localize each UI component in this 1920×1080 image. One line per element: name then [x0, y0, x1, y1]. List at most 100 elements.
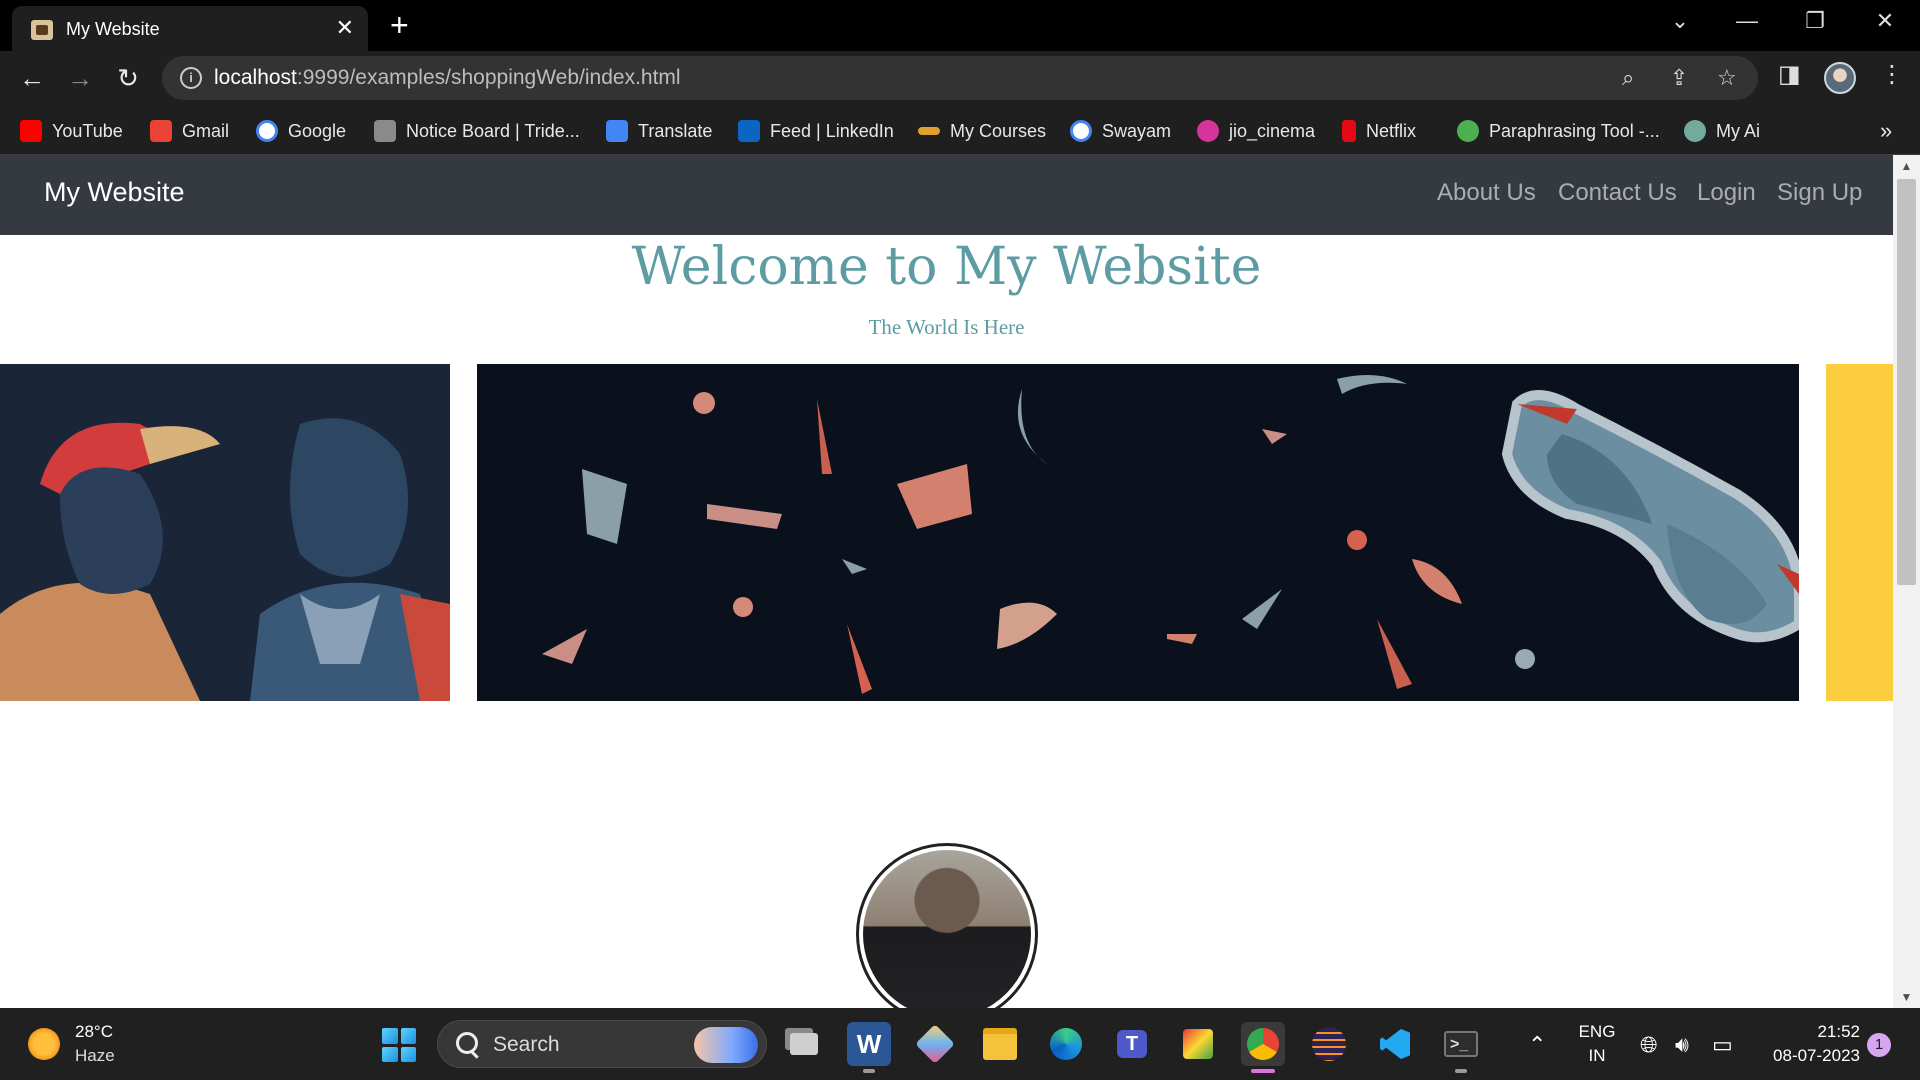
bookmark-paraphrasing-tool[interactable]: Paraphrasing Tool -...	[1457, 116, 1660, 146]
task-view-icon[interactable]	[782, 1022, 826, 1066]
bookmark-label: Paraphrasing Tool -...	[1489, 120, 1660, 141]
hero-subtitle: The World Is Here	[868, 315, 1025, 339]
minimize-button[interactable]: —	[1727, 8, 1767, 34]
nav-link-about-us[interactable]: About Us	[1437, 179, 1536, 207]
eclipse-app-icon[interactable]	[1307, 1022, 1351, 1066]
nav-link-sign-up[interactable]: Sign Up	[1777, 179, 1862, 207]
bookmark-netflix[interactable]: Netflix	[1342, 116, 1416, 146]
bookmark-my-ai[interactable]: My Ai	[1684, 116, 1760, 146]
terminal-app-icon[interactable]: >_	[1439, 1022, 1483, 1073]
clock-date[interactable]: 08-07-2023	[1752, 1046, 1860, 1066]
bookmark-star-icon[interactable]: ☆	[1717, 65, 1737, 91]
share-icon[interactable]: ⇪	[1670, 65, 1688, 91]
courses-icon	[918, 127, 940, 135]
network-globe-icon[interactable]: 🌐︎	[1640, 1032, 1658, 1058]
winzip-app-icon[interactable]	[1176, 1022, 1220, 1066]
weather-haze-icon[interactable]	[28, 1028, 60, 1060]
bookmark-label: My Courses	[950, 120, 1047, 141]
url-host: localhost	[214, 66, 297, 89]
windows-taskbar: 28°C Haze Search W T >_ ⌃ ENG IN 🌐︎ 🔊︎ ▭…	[0, 1008, 1920, 1080]
start-tile	[400, 1028, 416, 1044]
bookmark-jio-cinema[interactable]: jio_cinema	[1197, 116, 1315, 146]
jio-cinema-icon	[1197, 120, 1219, 142]
tab-search-chevron-icon[interactable]: ⌄	[1660, 8, 1700, 34]
taskbar-search-box[interactable]: Search	[437, 1020, 767, 1068]
bookmark-label: jio_cinema	[1229, 120, 1316, 141]
back-arrow-icon[interactable]: ←	[14, 62, 50, 94]
menu-kebab-icon[interactable]: ⋮	[1880, 60, 1904, 89]
browser-tab[interactable]: My Website ✕	[12, 6, 368, 51]
bookmark-google[interactable]: Google	[256, 116, 346, 146]
carousel-slide-illustration[interactable]	[0, 364, 450, 701]
zoom-icon[interactable]: ⌕	[1622, 65, 1634, 91]
bookmark-translate[interactable]: Translate	[606, 116, 712, 146]
3d-viewer-icon[interactable]	[913, 1022, 957, 1066]
site-info-icon[interactable]: i	[180, 67, 202, 89]
weather-description[interactable]: Haze	[75, 1046, 115, 1066]
vscode-app-icon[interactable]	[1373, 1022, 1417, 1066]
notification-badge[interactable]: 1	[1867, 1033, 1891, 1057]
clock-time[interactable]: 21:52	[1760, 1022, 1860, 1042]
url-text[interactable]: localhost:9999/examples/shoppingWeb/inde…	[214, 66, 681, 90]
scrollbar-thumb[interactable]	[1897, 179, 1916, 585]
chrome-app-icon[interactable]	[1241, 1022, 1285, 1073]
nav-link-login[interactable]: Login	[1697, 179, 1756, 207]
battery-icon[interactable]: ▭	[1712, 1032, 1733, 1058]
close-tab-icon[interactable]: ✕	[336, 15, 354, 41]
volume-icon[interactable]: 🔊︎	[1675, 1032, 1689, 1058]
notice-board-icon	[374, 120, 396, 142]
start-tile	[382, 1046, 398, 1062]
search-highlight-icon	[694, 1027, 758, 1063]
bookmark-linkedin[interactable]: Feed | LinkedIn	[738, 116, 894, 146]
bookmark-label: Netflix	[1366, 120, 1417, 141]
translate-icon	[606, 120, 628, 142]
sunglasses-banner-image	[477, 364, 1799, 701]
word-app-icon[interactable]: W	[847, 1022, 891, 1073]
chatgpt-icon	[1684, 120, 1706, 142]
scroll-up-arrow-icon[interactable]: ▲	[1893, 159, 1920, 173]
overflow-chevron-icon: »	[1880, 118, 1893, 143]
site-favicon-icon	[31, 20, 53, 40]
new-tab-button[interactable]: +	[390, 8, 409, 42]
language-indicator-bottom[interactable]: IN	[1574, 1046, 1620, 1066]
nav-link-contact-us[interactable]: Contact Us	[1558, 179, 1677, 207]
bookmark-my-courses[interactable]: My Courses	[918, 116, 1046, 146]
bookmarks-overflow-button[interactable]: »	[1880, 116, 1892, 146]
bookmark-label: Feed | LinkedIn	[770, 120, 894, 141]
profile-avatar[interactable]	[1824, 62, 1856, 94]
file-explorer-icon[interactable]	[978, 1022, 1022, 1066]
bookmark-label: Swayam	[1102, 120, 1172, 141]
bookmark-label: Google	[288, 120, 347, 141]
page-scrollbar[interactable]: ▲ ▼	[1893, 155, 1920, 1008]
bookmark-youtube[interactable]: YouTube	[20, 116, 123, 146]
carousel-slide-sunglasses[interactable]	[477, 364, 1799, 701]
scroll-down-arrow-icon[interactable]: ▼	[1893, 990, 1920, 1004]
bookmark-label: My Ai	[1716, 120, 1761, 141]
reload-icon[interactable]: ↻	[110, 62, 146, 94]
profile-photo	[856, 843, 1038, 1008]
netflix-icon	[1342, 120, 1356, 142]
carousel-slide-next[interactable]	[1826, 364, 1893, 701]
windows-start-button[interactable]	[382, 1028, 416, 1062]
bookmark-notice-board[interactable]: Notice Board | Tride...	[374, 116, 580, 146]
bookmark-gmail[interactable]: Gmail	[150, 116, 229, 146]
paraphrasing-tool-icon	[1457, 120, 1479, 142]
tab-title: My Website	[66, 19, 160, 39]
weather-temperature[interactable]: 28°C	[75, 1022, 113, 1042]
search-label: Search	[493, 1033, 560, 1056]
language-indicator-top[interactable]: ENG	[1574, 1022, 1620, 1042]
address-bar[interactable]: i localhost:9999/examples/shoppingWeb/in…	[162, 56, 1758, 100]
show-hidden-icons-chevron-icon[interactable]: ⌃	[1528, 1032, 1546, 1058]
linkedin-icon	[738, 120, 760, 142]
edge-browser-icon[interactable]	[1044, 1022, 1088, 1066]
side-panel-icon[interactable]: ◨	[1778, 60, 1801, 89]
restore-button[interactable]: ❐	[1795, 8, 1835, 34]
bookmark-label: YouTube	[52, 120, 123, 141]
forward-arrow-icon[interactable]: →	[62, 62, 98, 94]
site-brand[interactable]: My Website	[44, 177, 185, 208]
bookmark-swayam[interactable]: Swayam	[1070, 116, 1171, 146]
url-path: :9999/examples/shoppingWeb/index.html	[296, 66, 681, 89]
teams-app-icon[interactable]: T	[1110, 1022, 1154, 1066]
site-navbar: My Website About Us Contact Us Login Sig…	[0, 155, 1893, 235]
close-window-button[interactable]: ✕	[1865, 8, 1905, 34]
